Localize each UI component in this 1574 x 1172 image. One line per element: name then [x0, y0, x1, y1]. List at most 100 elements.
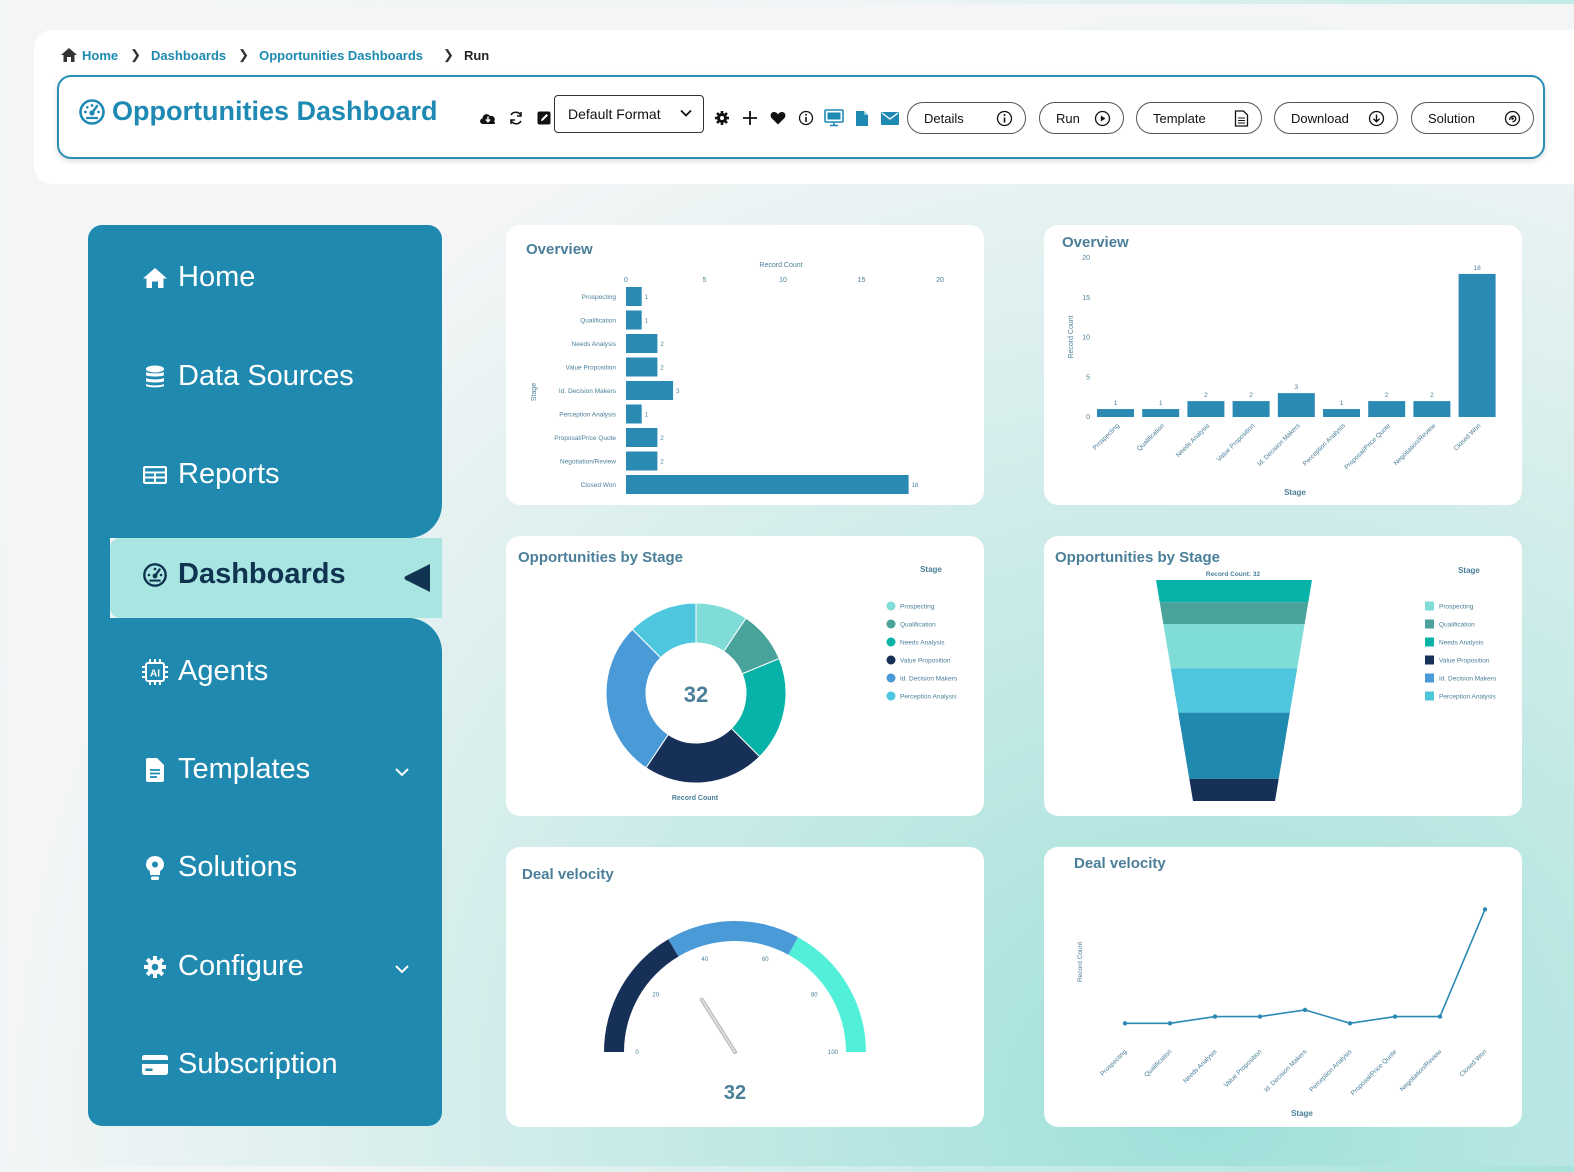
x-tick-label: Prospecting	[1092, 422, 1121, 451]
credit-card-icon	[142, 1054, 168, 1075]
file-icon	[146, 757, 164, 782]
bar	[1323, 409, 1360, 417]
data-label: 3	[1294, 384, 1298, 391]
legend-label: Id. Decision Makers	[900, 676, 958, 683]
vertical-bar-chart: Stage Record Count 0 5 10 15 20 1 Prospecting 1…	[1068, 255, 1496, 497]
gauge-value: 32	[724, 1082, 746, 1104]
sidebar-item-home[interactable]: Home	[138, 261, 255, 294]
solution-button-label: Solution	[1428, 110, 1475, 126]
info-icon[interactable]	[792, 106, 820, 130]
data-label: 1	[1159, 400, 1163, 407]
funnel-segment	[1170, 668, 1298, 713]
x-tick-label: Value Proposition	[1216, 422, 1257, 463]
page-title-text: Opportunities Dashboard	[112, 96, 438, 126]
format-select[interactable]: Default Format	[554, 95, 704, 133]
sidebar-item-dashboards[interactable]: Dashboards	[138, 558, 346, 591]
gear-icon[interactable]	[708, 106, 736, 130]
funnel-segment	[1163, 624, 1305, 669]
sidebar-item-configure[interactable]: Configure	[138, 950, 304, 983]
sidebar-item-reports[interactable]: Reports	[138, 458, 280, 491]
details-button-label: Details	[924, 110, 964, 126]
data-label: 2	[1249, 392, 1253, 399]
line-point	[1212, 1014, 1218, 1019]
legend-label: Prospecting	[1439, 604, 1474, 611]
plus-icon[interactable]	[736, 106, 764, 130]
bar	[626, 475, 909, 494]
sidebar-item-label: Agents	[178, 655, 269, 687]
data-label: 2	[1204, 392, 1208, 399]
y-tick-label: 0	[1086, 414, 1090, 421]
monitor-icon[interactable]	[820, 106, 848, 130]
legend-marker	[886, 655, 896, 665]
y-tick-label: 10	[1082, 335, 1090, 342]
x-tick-label: 20	[936, 277, 944, 284]
legend-title: Stage	[1458, 566, 1480, 575]
sidebar-item-templates[interactable]: Templates	[138, 753, 310, 786]
data-label: 2	[660, 366, 664, 372]
bar	[1232, 401, 1270, 417]
funnel-segment	[1156, 580, 1312, 603]
gauge-tick-label: 100	[828, 1050, 839, 1056]
data-label: 18	[1473, 265, 1481, 272]
data-label: 3	[676, 389, 680, 395]
funnel-segment	[1178, 712, 1290, 779]
line-point	[1122, 1021, 1128, 1026]
sidebar-item-agents[interactable]: AI Agents	[138, 655, 268, 688]
breadcrumb-opportunities[interactable]: Opportunities Dashboards	[259, 48, 423, 63]
download-button[interactable]: Download	[1274, 102, 1398, 134]
opportunities-funnel-card: Opportunities by Stage Record Count: 32 …	[1044, 536, 1522, 816]
refresh-icon[interactable]	[502, 106, 530, 130]
table-icon	[143, 465, 167, 484]
legend-marker	[1425, 637, 1434, 647]
x-tick-label: 0	[624, 277, 628, 284]
gauge-band	[604, 939, 679, 1052]
run-button[interactable]: Run	[1039, 102, 1124, 134]
x-tick-label: Perception Analysis	[1302, 422, 1348, 468]
run-button-label: Run	[1056, 110, 1080, 126]
file-icon	[1234, 110, 1249, 127]
legend-label: Qualification	[900, 622, 936, 629]
data-label: 2	[1430, 392, 1434, 399]
heart-icon[interactable]	[764, 106, 792, 130]
sidebar-item-label: Templates	[178, 753, 311, 785]
document-icon[interactable]	[848, 106, 876, 130]
solution-button[interactable]: Solution	[1411, 102, 1534, 134]
legend-label: Value Proposition	[900, 658, 951, 665]
deal-velocity-line-card: Deal velocity Stage Record Count Prospec…	[1044, 847, 1522, 1127]
x-tick-label: Negotiation/Review	[1399, 1048, 1444, 1093]
sidebar-item-solutions[interactable]: Solutions	[138, 851, 297, 884]
active-indicator-icon	[404, 564, 430, 592]
lightbulb-icon	[146, 855, 164, 880]
legend-marker	[1425, 673, 1434, 683]
data-label: 2	[660, 460, 664, 466]
legend-marker	[1425, 619, 1434, 629]
y-axis-label: Record Count	[1068, 315, 1075, 358]
x-tick-label: Prospecting	[1099, 1048, 1128, 1077]
solution-icon	[1504, 110, 1521, 127]
y-axis-label: Record Count	[1077, 942, 1084, 982]
overview-horizontal-card: Overview Record Count Stage 0 5 10 15 20 Pros…	[506, 225, 984, 505]
data-label: 1	[1340, 400, 1344, 407]
x-tick-label: Id. Decision Makers	[1263, 1048, 1309, 1094]
bar	[626, 310, 642, 330]
details-button[interactable]: Details	[907, 102, 1026, 134]
bar	[1413, 401, 1451, 417]
legend-marker	[1425, 655, 1434, 665]
template-button[interactable]: Template	[1136, 102, 1262, 134]
bar	[626, 381, 674, 400]
chevron-down-icon[interactable]	[394, 766, 410, 778]
cloud-download-icon[interactable]	[474, 106, 502, 130]
funnel-subtitle: Record Count: 32	[1206, 571, 1261, 578]
breadcrumb-home[interactable]: Home	[60, 47, 118, 63]
chevron-down-icon[interactable]	[394, 963, 410, 975]
x-tick-label: Negotiation/Review	[1393, 422, 1438, 467]
mail-icon[interactable]	[876, 106, 904, 130]
sidebar-item-label: Reports	[178, 458, 280, 490]
x-tick-label: Closed Won	[1459, 1048, 1489, 1078]
sidebar-item-data-sources[interactable]: Data Sources	[138, 360, 354, 393]
sidebar-item-subscription[interactable]: Subscription	[138, 1048, 338, 1081]
legend-label: Prospecting	[900, 604, 935, 611]
bar	[626, 334, 658, 353]
x-axis-label: Record Count	[759, 262, 802, 269]
breadcrumb-dashboards[interactable]: Dashboards	[151, 48, 226, 63]
